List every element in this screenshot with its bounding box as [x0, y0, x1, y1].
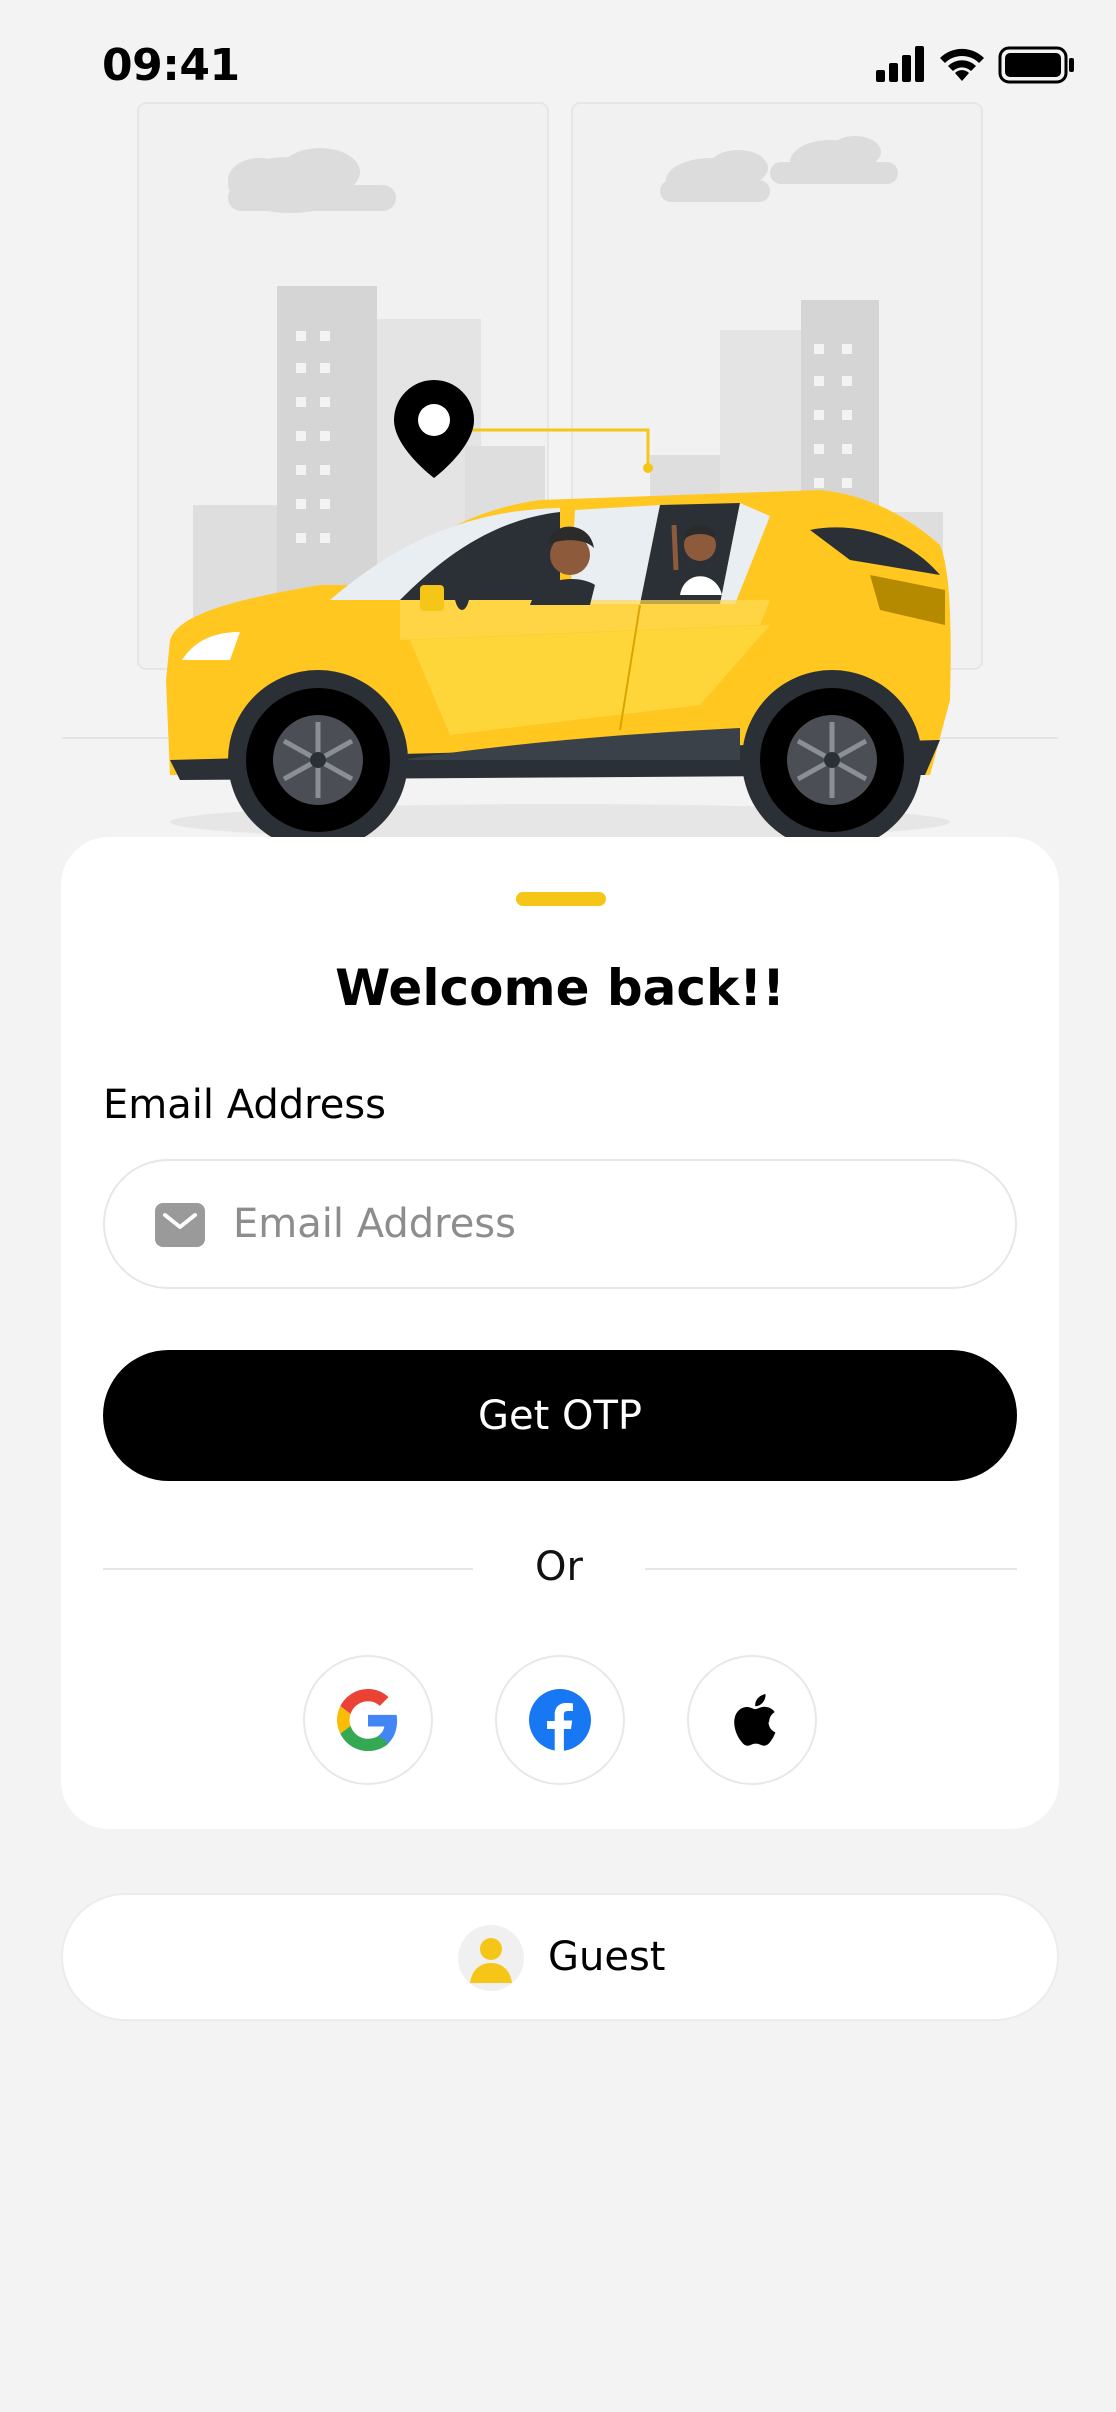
guest-button[interactable]: Guest [61, 1893, 1059, 2021]
facebook-login-button[interactable] [495, 1655, 625, 1785]
apple-login-button[interactable] [687, 1655, 817, 1785]
front-wheel-group [228, 670, 408, 850]
taxi-illustration [0, 90, 1116, 850]
divider-line-right [645, 1568, 1017, 1570]
user-avatar-icon [458, 1925, 524, 1991]
login-card: Welcome back!! Email Address Get OTP Or [61, 837, 1059, 1829]
mail-icon [155, 1203, 205, 1247]
wifi-icon [940, 48, 984, 81]
status-icons [876, 46, 1076, 86]
google-icon [337, 1689, 398, 1751]
drag-handle[interactable] [516, 892, 606, 906]
apple-icon [734, 1694, 776, 1746]
battery-icon [998, 46, 1074, 84]
email-field[interactable] [103, 1159, 1017, 1289]
guest-label: Guest [548, 1934, 666, 1980]
email-label: Email Address [103, 1082, 386, 1128]
signal-icon [876, 46, 924, 82]
login-screen: 09:41 Welcome back!! Email Address Email… [0, 0, 1116, 2412]
get-otp-button[interactable]: Get OTP [103, 1350, 1017, 1481]
divider-line-left [103, 1568, 473, 1570]
facebook-icon [529, 1689, 591, 1751]
google-login-button[interactable] [303, 1655, 433, 1785]
email-input[interactable] [231, 1161, 991, 1287]
status-time: 09:41 [102, 40, 240, 91]
taxi-car-illustration [62, 102, 1058, 850]
welcome-title: Welcome back!! [335, 959, 785, 1017]
divider-or-text: Or [535, 1544, 583, 1590]
